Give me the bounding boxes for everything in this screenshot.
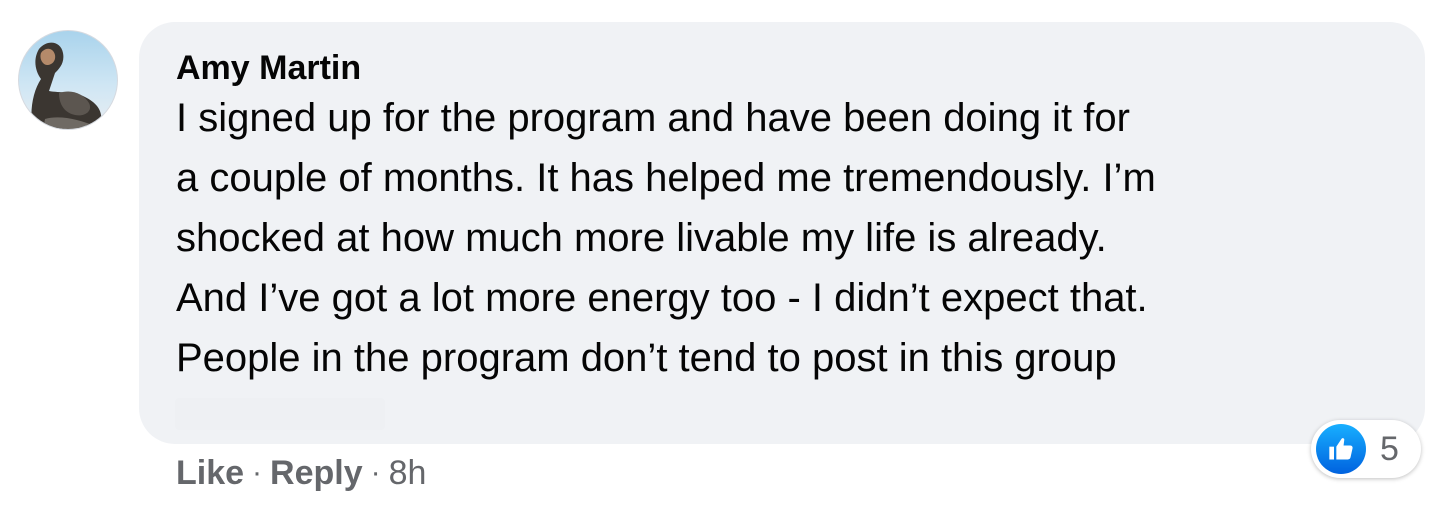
thumbs-up-icon (1316, 424, 1366, 474)
truncated-text-fade (175, 398, 385, 430)
like-button[interactable]: Like (176, 454, 244, 493)
comment-actions: Like · Reply · 8h (176, 450, 426, 496)
reply-button[interactable]: Reply (270, 454, 363, 493)
reaction-summary[interactable]: 5 (1311, 420, 1421, 478)
comment-text: I signed up for the program and have bee… (176, 96, 1156, 380)
avatar[interactable] (18, 30, 118, 130)
reaction-count: 5 (1380, 429, 1399, 468)
separator: · (370, 456, 381, 489)
comment-author[interactable]: Amy Martin (176, 48, 361, 88)
comment-bubble: Amy Martin I signed up for the program a… (139, 22, 1425, 444)
profile-photo-icon (31, 42, 102, 129)
timestamp-link[interactable]: 8h (389, 454, 427, 493)
separator: · (252, 456, 263, 489)
